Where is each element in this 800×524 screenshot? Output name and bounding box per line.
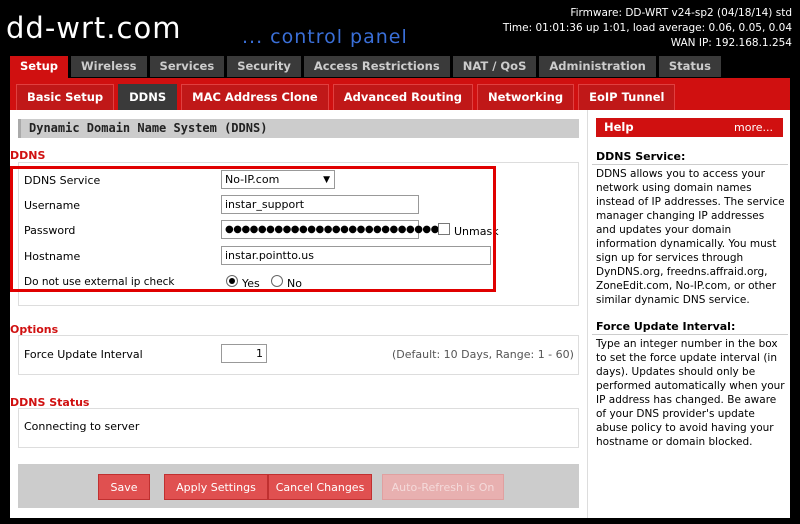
unmask-label: Unmask bbox=[454, 225, 499, 238]
subtab-mac-address-clone[interactable]: MAC Address Clone bbox=[181, 84, 329, 110]
header: dd-wrt.com ... control panel Firmware: D… bbox=[0, 0, 800, 52]
help-panel: Help more... DDNS Service: DDNS allows y… bbox=[587, 110, 790, 518]
page-title: Dynamic Domain Name System (DDNS) bbox=[18, 119, 579, 138]
subtab-eoip-tunnel[interactable]: EoIP Tunnel bbox=[578, 84, 676, 110]
external-ip-yes-label: Yes bbox=[242, 277, 260, 290]
uptime-text: Time: 01:01:36 up 1:01, load average: 0.… bbox=[502, 22, 792, 34]
external-ip-check-label: Do not use external ip check bbox=[24, 276, 175, 288]
tab-security[interactable]: Security bbox=[227, 56, 301, 77]
control-panel-label: ... control panel bbox=[242, 26, 408, 48]
tab-setup[interactable]: Setup bbox=[10, 56, 68, 79]
help-ddns-text: DDNS allows you to access your network u… bbox=[596, 168, 785, 306]
help-divider bbox=[592, 334, 788, 335]
ddns-service-select[interactable]: No-IP.com ▼ bbox=[221, 170, 335, 189]
wan-ip-text: WAN IP: 192.168.1.254 bbox=[670, 37, 792, 49]
ddns-status-text: Connecting to server bbox=[24, 420, 140, 433]
help-force-title: Force Update Interval: bbox=[596, 320, 736, 333]
sub-tabs: Basic Setup DDNS MAC Address Clone Advan… bbox=[16, 84, 679, 110]
help-ddns-title: DDNS Service: bbox=[596, 150, 686, 163]
firmware-text: Firmware: DD-WRT v24-sp2 (04/18/14) std bbox=[570, 7, 792, 19]
password-label: Password bbox=[24, 224, 76, 237]
hostname-label: Hostname bbox=[24, 250, 81, 263]
force-update-interval-input[interactable]: 1 bbox=[221, 344, 267, 363]
ddwrt-logo: dd-wrt.com bbox=[6, 11, 182, 45]
sub-tab-bar: Basic Setup DDNS MAC Address Clone Advan… bbox=[10, 78, 790, 110]
auto-refresh-button: Auto-Refresh is On bbox=[382, 474, 504, 500]
ddns-service-label: DDNS Service bbox=[24, 174, 101, 187]
help-more-link[interactable]: more... bbox=[734, 118, 773, 137]
help-header: Help more... bbox=[596, 118, 783, 137]
help-title: Help bbox=[604, 120, 634, 134]
external-ip-no-radio[interactable] bbox=[271, 275, 283, 287]
tab-status[interactable]: Status bbox=[658, 56, 721, 77]
ddns-section-label: DDNS bbox=[10, 149, 46, 162]
tab-nat-qos[interactable]: NAT / QoS bbox=[452, 56, 537, 77]
help-force-text: Type an integer number in the box to set… bbox=[596, 338, 785, 448]
save-button[interactable]: Save bbox=[98, 474, 150, 500]
tab-access-restrictions[interactable]: Access Restrictions bbox=[303, 56, 450, 77]
cancel-changes-button[interactable]: Cancel Changes bbox=[268, 474, 372, 500]
tab-services[interactable]: Services bbox=[149, 56, 225, 77]
external-ip-yes-radio[interactable] bbox=[226, 275, 238, 287]
hostname-input[interactable]: instar.pointto.us bbox=[221, 246, 491, 265]
main-content: Dynamic Domain Name System (DDNS) DDNS D… bbox=[10, 110, 587, 518]
button-bar: Save Apply Settings Cancel Changes Auto-… bbox=[18, 464, 579, 508]
chevron-down-icon: ▼ bbox=[323, 175, 330, 185]
help-divider bbox=[592, 164, 788, 165]
subtab-ddns[interactable]: DDNS bbox=[118, 84, 178, 110]
unmask-checkbox[interactable] bbox=[438, 223, 450, 235]
tab-wireless[interactable]: Wireless bbox=[71, 56, 147, 77]
router-info: Firmware: DD-WRT v24-sp2 (04/18/14) std … bbox=[503, 6, 792, 51]
external-ip-no-label: No bbox=[287, 277, 302, 290]
username-input[interactable]: instar_support bbox=[221, 195, 419, 214]
force-update-interval-label: Force Update Interval bbox=[24, 348, 143, 361]
subtab-basic-setup[interactable]: Basic Setup bbox=[16, 84, 115, 110]
apply-settings-button[interactable]: Apply Settings bbox=[164, 474, 268, 500]
force-update-hint: (Default: 10 Days, Range: 1 - 60) bbox=[392, 348, 574, 361]
username-label: Username bbox=[24, 199, 81, 212]
subtab-networking[interactable]: Networking bbox=[476, 84, 575, 110]
tab-administration[interactable]: Administration bbox=[539, 56, 656, 77]
subtab-advanced-routing[interactable]: Advanced Routing bbox=[332, 84, 473, 110]
main-tabs: Setup Wireless Services Security Access … bbox=[10, 56, 724, 79]
password-input[interactable]: ●●●●●●●●●●●●●●●●●●●●●●●●●● bbox=[221, 220, 439, 239]
ddns-service-value: No-IP.com bbox=[225, 173, 280, 186]
